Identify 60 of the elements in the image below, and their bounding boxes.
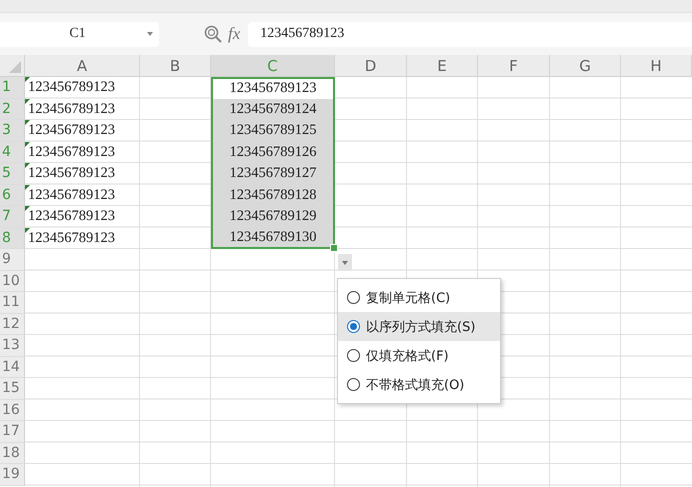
table-cell: 123456789123 bbox=[25, 163, 140, 184]
name-box[interactable]: C1 bbox=[0, 22, 159, 46]
menu-option[interactable]: 复制单元格(C) bbox=[338, 283, 500, 312]
caret-icon bbox=[342, 260, 348, 264]
table-cell: 123456789123 bbox=[25, 77, 140, 98]
table-cell: 123456789128 bbox=[211, 184, 335, 206]
formula-field[interactable]: 123456789123 bbox=[248, 22, 692, 46]
radio-button[interactable] bbox=[347, 291, 360, 304]
row-header[interactable]: 17 bbox=[0, 421, 25, 442]
column-header[interactable]: G bbox=[550, 55, 621, 77]
menu-option[interactable]: 不带格式填充(O) bbox=[338, 370, 500, 399]
column-header[interactable]: A bbox=[25, 55, 140, 77]
caret-icon[interactable] bbox=[147, 32, 153, 36]
row-header[interactable]: 10 bbox=[0, 270, 25, 292]
row-header[interactable]: 15 bbox=[0, 378, 25, 400]
row-header[interactable]: 16 bbox=[0, 400, 25, 421]
fill-handle[interactable] bbox=[330, 244, 338, 252]
row-header[interactable]: 12 bbox=[0, 314, 25, 335]
menu-option[interactable]: 以序列方式填充(S) bbox=[338, 312, 500, 341]
table-cell: 123456789124 bbox=[211, 98, 335, 120]
row-header[interactable]: 18 bbox=[0, 442, 25, 464]
radio-button[interactable] bbox=[347, 320, 360, 333]
row-header[interactable]: 13 bbox=[0, 335, 25, 356]
triangle-icon bbox=[9, 61, 21, 73]
column-header[interactable]: E bbox=[407, 55, 478, 77]
column-header[interactable]: H bbox=[621, 55, 692, 77]
column-header[interactable]: F bbox=[478, 55, 550, 77]
table-cell: 123456789129 bbox=[211, 206, 335, 228]
row-header[interactable]: 5 bbox=[0, 163, 25, 184]
column-header[interactable]: B bbox=[140, 55, 211, 77]
row-header[interactable]: 6 bbox=[0, 184, 25, 206]
fill-options-button[interactable] bbox=[338, 254, 352, 271]
table-cell: 123456789123 bbox=[25, 98, 140, 120]
table-cell: 123456789123 bbox=[25, 142, 140, 163]
row-header[interactable]: 4 bbox=[0, 142, 25, 163]
table-cell: 123456789127 bbox=[211, 163, 335, 184]
table-cell: 123456789123 bbox=[25, 184, 140, 206]
row-header[interactable]: 7 bbox=[0, 206, 25, 228]
table-cell: 123456789123 bbox=[25, 206, 140, 228]
column-header[interactable]: D bbox=[335, 55, 407, 77]
table-cell: 123456789123 bbox=[25, 228, 140, 249]
table-cell: 123456789123 bbox=[211, 77, 335, 98]
row-header[interactable]: 3 bbox=[0, 120, 25, 142]
column-header[interactable]: C bbox=[211, 55, 335, 77]
table-cell: 123456789123 bbox=[25, 120, 140, 142]
row-header[interactable]: 2 bbox=[0, 98, 25, 120]
table-cell: 123456789125 bbox=[211, 120, 335, 142]
row-header[interactable]: 8 bbox=[0, 228, 25, 249]
radio-button[interactable] bbox=[347, 349, 360, 362]
row-header[interactable]: 1 bbox=[0, 77, 25, 98]
function-label[interactable]: fx bbox=[228, 24, 240, 44]
row-header[interactable]: 19 bbox=[0, 464, 25, 486]
row-header[interactable]: 14 bbox=[0, 356, 25, 378]
table-cell: 123456789126 bbox=[211, 142, 335, 163]
menu-option[interactable]: 仅填充格式(F) bbox=[338, 341, 500, 370]
magnifier-icon[interactable] bbox=[204, 25, 222, 43]
row-header[interactable]: 11 bbox=[0, 292, 25, 314]
table-cell: 123456789130 bbox=[211, 228, 335, 249]
row-header[interactable]: 9 bbox=[0, 249, 25, 270]
radio-button[interactable] bbox=[347, 378, 360, 391]
